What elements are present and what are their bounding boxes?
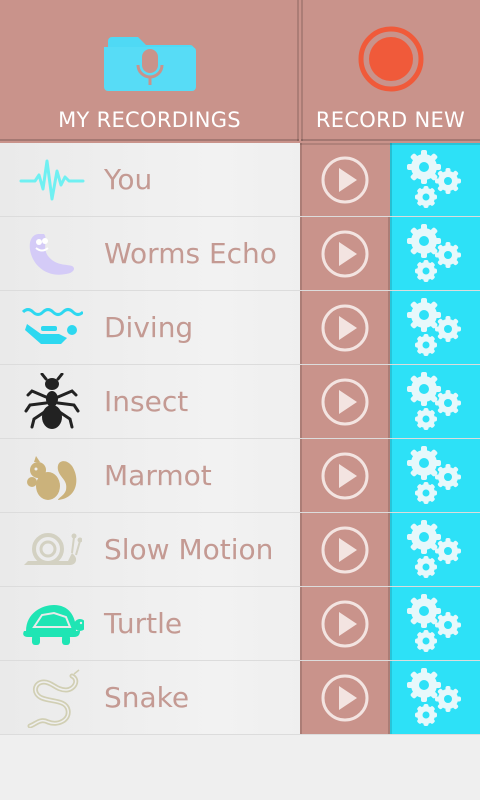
- effect-item-snake[interactable]: Snake: [0, 661, 300, 734]
- folder-microphone-icon: [102, 24, 198, 94]
- play-button[interactable]: [300, 513, 390, 586]
- play-button[interactable]: [300, 661, 390, 734]
- record-new-label: RECORD NEW: [315, 108, 466, 132]
- effect-item-turtle[interactable]: Turtle: [0, 587, 300, 660]
- effect-name: Worms Echo: [104, 237, 277, 270]
- squirrel-icon: [18, 444, 86, 508]
- turtle-icon: [18, 592, 86, 656]
- list-item: Insect: [0, 365, 480, 439]
- worm-icon: [18, 222, 86, 286]
- effect-name: Marmot: [104, 459, 212, 492]
- play-button[interactable]: [300, 365, 390, 438]
- gears-icon: [407, 223, 461, 282]
- list-item: Snake: [0, 661, 480, 735]
- gears-icon: [407, 149, 461, 208]
- my-recordings-button[interactable]: MY RECORDINGS: [0, 0, 299, 141]
- list-item: Turtle: [0, 587, 480, 661]
- gears-icon: [407, 371, 461, 430]
- waveform-icon: [18, 148, 86, 212]
- effect-item-slow-motion[interactable]: Slow Motion: [0, 513, 300, 586]
- play-button[interactable]: [300, 217, 390, 290]
- gears-icon: [407, 667, 461, 726]
- settings-button[interactable]: [390, 661, 480, 734]
- gears-icon: [407, 519, 461, 578]
- list-item: Slow Motion: [0, 513, 480, 587]
- gears-icon: [407, 593, 461, 652]
- gears-icon: [407, 445, 461, 504]
- my-recordings-label: MY RECORDINGS: [58, 108, 241, 132]
- effect-name: Diving: [104, 311, 194, 344]
- effect-name: You: [104, 163, 153, 196]
- play-button[interactable]: [300, 291, 390, 364]
- play-icon: [321, 156, 369, 203]
- play-icon: [321, 600, 369, 647]
- gears-icon: [407, 297, 461, 356]
- record-new-button[interactable]: RECORD NEW: [301, 0, 480, 141]
- effect-item-insect[interactable]: Insect: [0, 365, 300, 438]
- settings-button[interactable]: [390, 587, 480, 660]
- effect-name: Slow Motion: [104, 533, 274, 566]
- list-item: Marmot: [0, 439, 480, 513]
- play-icon: [321, 452, 369, 499]
- play-button[interactable]: [300, 439, 390, 512]
- play-icon: [321, 378, 369, 425]
- effects-list: You Worms Echo Diving Insect Marmot Slow…: [0, 143, 480, 735]
- list-item: You: [0, 143, 480, 217]
- play-button[interactable]: [300, 587, 390, 660]
- play-icon: [321, 674, 369, 721]
- snake-icon: [18, 666, 86, 730]
- play-icon: [321, 526, 369, 573]
- record-icon: [356, 24, 426, 94]
- settings-button[interactable]: [390, 365, 480, 438]
- list-item: Diving: [0, 291, 480, 365]
- settings-button[interactable]: [390, 217, 480, 290]
- effect-item-marmot[interactable]: Marmot: [0, 439, 300, 512]
- diver-icon: [18, 296, 86, 360]
- list-item: Worms Echo: [0, 217, 480, 291]
- effect-item-diving[interactable]: Diving: [0, 291, 300, 364]
- snail-icon: [18, 518, 86, 582]
- effect-name: Insect: [104, 385, 189, 418]
- play-icon: [321, 230, 369, 277]
- play-icon: [321, 304, 369, 351]
- play-button[interactable]: [300, 143, 390, 216]
- top-bar: MY RECORDINGS RECORD NEW: [0, 0, 480, 143]
- settings-button[interactable]: [390, 513, 480, 586]
- settings-button[interactable]: [390, 439, 480, 512]
- effect-item-you[interactable]: You: [0, 143, 300, 216]
- ant-icon: [18, 370, 86, 434]
- settings-button[interactable]: [390, 143, 480, 216]
- effect-name: Turtle: [104, 607, 183, 640]
- settings-button[interactable]: [390, 291, 480, 364]
- effect-item-worms-echo[interactable]: Worms Echo: [0, 217, 300, 290]
- effect-name: Snake: [104, 681, 190, 714]
